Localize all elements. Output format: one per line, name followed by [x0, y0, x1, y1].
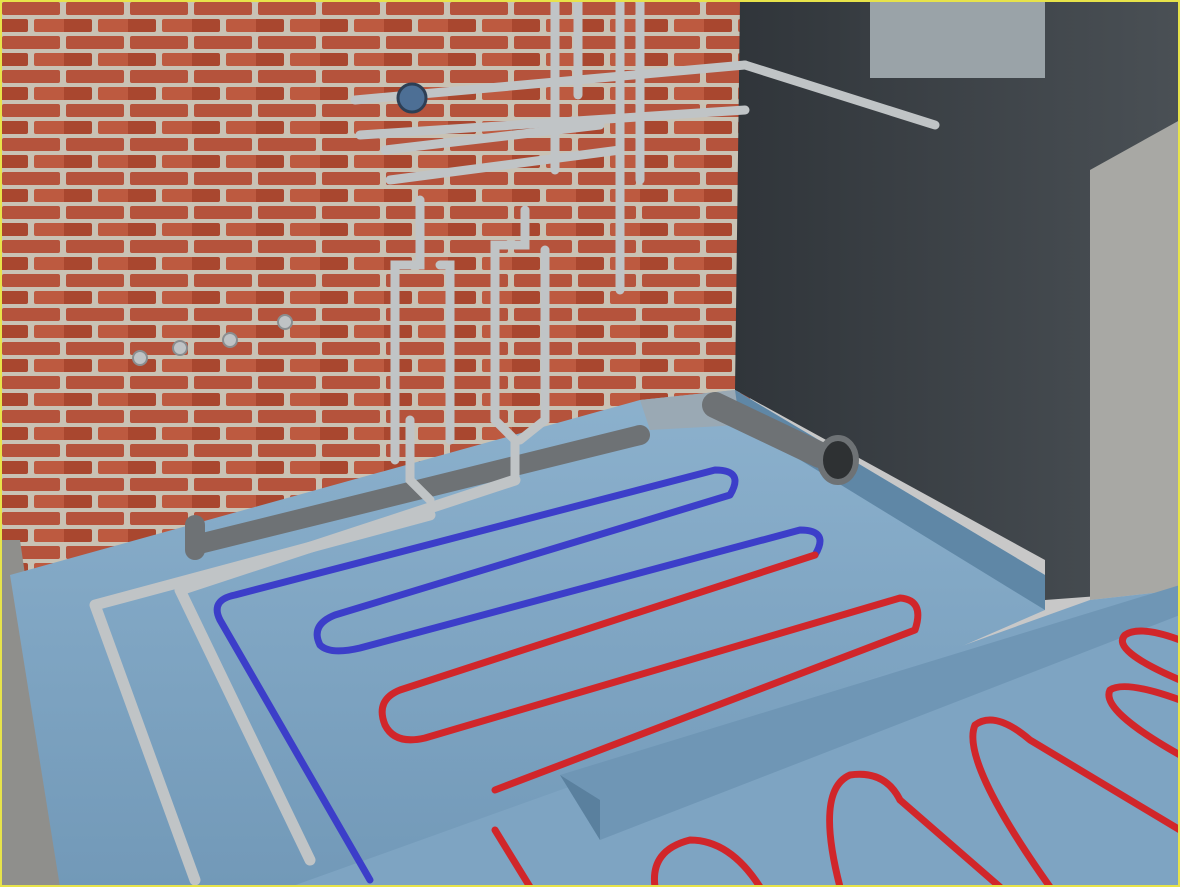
scene-render	[0, 0, 1180, 887]
sewer-elbow	[817, 435, 859, 485]
water-meter	[396, 82, 428, 114]
